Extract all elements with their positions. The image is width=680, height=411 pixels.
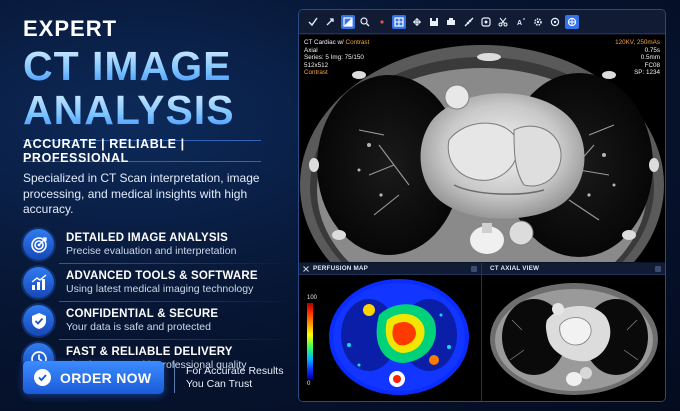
ct-viewer-window: A CT Cardiac w/ Contrast Axial Series: 5… bbox=[298, 9, 666, 402]
svg-text:A: A bbox=[517, 20, 522, 27]
feature-title: ADVANCED TOOLS & SOFTWARE bbox=[66, 270, 258, 282]
scan-plane: Axial bbox=[304, 46, 318, 54]
bottom-panes: PERFUSION MAP 100 0 CT AXIAL VIEW bbox=[299, 263, 665, 401]
order-now-button[interactable]: ORDER NOW bbox=[23, 361, 164, 394]
scan-info-left: CT Cardiac w/ Contrast Axial Series: 5 I… bbox=[304, 39, 369, 77]
cta-note: For Accurate Results You Can Trust bbox=[186, 365, 283, 391]
scan-sp: SP: 1234 bbox=[634, 69, 660, 77]
feature-title: FAST & RELIABLE DELIVERY bbox=[66, 346, 233, 358]
scale-min-label: 0 bbox=[307, 381, 311, 387]
pane-title: CT AXIAL VIEW bbox=[490, 265, 540, 272]
close-icon[interactable] bbox=[303, 265, 309, 272]
pane-header: CT AXIAL VIEW bbox=[482, 263, 665, 275]
scan-thickness: 0.5mm bbox=[640, 54, 660, 62]
divider bbox=[59, 300, 295, 302]
eyebrow: EXPERT bbox=[23, 16, 118, 41]
cta-note-line-2: You Can Trust bbox=[186, 377, 253, 390]
headline-line-1: CT IMAGE bbox=[23, 44, 295, 88]
feature-subtitle: Precise evaluation and interpretation bbox=[66, 245, 237, 257]
target-icon[interactable] bbox=[548, 15, 562, 29]
scan-title: CT Cardiac w/ bbox=[304, 39, 346, 46]
dot-icon[interactable] bbox=[375, 15, 389, 29]
axial-pane[interactable]: CT AXIAL VIEW bbox=[482, 263, 665, 401]
measure-icon[interactable] bbox=[462, 15, 476, 29]
perfusion-map-image bbox=[299, 275, 481, 401]
3d-icon[interactable] bbox=[565, 14, 580, 29]
scan-kv: 120KV, 250mAs bbox=[615, 39, 660, 46]
order-now-label: ORDER NOW bbox=[60, 369, 152, 386]
maximize-icon[interactable] bbox=[655, 266, 661, 272]
cta-note-line-1: For Accurate Results bbox=[186, 364, 284, 377]
divider bbox=[59, 338, 295, 340]
scissors-icon[interactable] bbox=[496, 15, 510, 29]
pane-header: PERFUSION MAP bbox=[299, 263, 481, 275]
feature-item: CONFIDENTIAL & SECURE Your data is safe … bbox=[23, 303, 295, 340]
scan-title-contrast: Contrast bbox=[345, 39, 370, 46]
color-scale-bar bbox=[307, 303, 313, 379]
description: Specialized in CT Scan interpretation, i… bbox=[23, 171, 260, 216]
move-icon[interactable] bbox=[323, 15, 337, 29]
feature-list: DETAILED IMAGE ANALYSIS Precise evaluati… bbox=[23, 227, 295, 377]
cta-row: ORDER NOW For Accurate Results You Can T… bbox=[23, 361, 283, 394]
headline-line-2: ANALYSIS bbox=[23, 88, 295, 132]
crosshair-icon[interactable] bbox=[410, 15, 424, 29]
scan-time: 0.75s bbox=[644, 46, 660, 54]
scale-max-label: 100 bbox=[307, 295, 318, 301]
scan-kernel: FC08 bbox=[644, 61, 660, 69]
promo-panel: EXPERT CT IMAGE ANALYSIS ACCURATE | RELI… bbox=[0, 0, 295, 411]
save-icon[interactable] bbox=[427, 15, 441, 29]
scan-contrast: Contrast bbox=[304, 69, 328, 77]
feature-subtitle: Your data is safe and protected bbox=[66, 321, 211, 333]
window-level-icon[interactable] bbox=[340, 14, 355, 29]
shield-check-icon bbox=[23, 305, 54, 336]
scan-info-right: 120KV, 250mAs 0.75s 0.5mm FC08 SP: 1234 bbox=[615, 39, 660, 77]
check-icon bbox=[34, 369, 51, 386]
divider bbox=[174, 362, 175, 393]
print-icon[interactable] bbox=[444, 15, 458, 29]
feature-title: DETAILED IMAGE ANALYSIS bbox=[66, 232, 228, 244]
maximize-icon[interactable] bbox=[471, 266, 477, 272]
perfusion-pane[interactable]: PERFUSION MAP 100 0 bbox=[299, 263, 482, 401]
annotation-icon[interactable]: A bbox=[514, 15, 528, 29]
pointer-icon[interactable] bbox=[306, 15, 320, 29]
tagline: ACCURATE | RELIABLE | PROFESSIONAL bbox=[23, 137, 185, 165]
pane-title: PERFUSION MAP bbox=[313, 265, 369, 272]
scan-series: Series: 5 Img: 75/150 bbox=[304, 54, 364, 62]
tagline-bar: ACCURATE | RELIABLE | PROFESSIONAL bbox=[23, 137, 261, 165]
roi-icon[interactable] bbox=[479, 15, 493, 29]
feature-item: ADVANCED TOOLS & SOFTWARE Using latest m… bbox=[23, 265, 295, 302]
feature-item: DETAILED IMAGE ANALYSIS Precise evaluati… bbox=[23, 227, 295, 264]
scan-matrix: 512x512 bbox=[304, 61, 329, 69]
axial-ct-image bbox=[482, 275, 665, 401]
feature-title: CONFIDENTIAL & SECURE bbox=[66, 308, 219, 320]
viewer-toolbar: A bbox=[299, 10, 665, 34]
feature-subtitle: Using latest medical imaging technology bbox=[66, 283, 254, 295]
layout-icon[interactable] bbox=[392, 14, 407, 29]
divider bbox=[59, 262, 295, 264]
magnify-icon[interactable] bbox=[358, 15, 372, 29]
main-ct-view[interactable]: CT Cardiac w/ Contrast Axial Series: 5 I… bbox=[299, 35, 665, 262]
chart-growth-icon bbox=[23, 267, 54, 298]
settings-icon[interactable] bbox=[531, 15, 545, 29]
target-icon bbox=[23, 229, 54, 260]
